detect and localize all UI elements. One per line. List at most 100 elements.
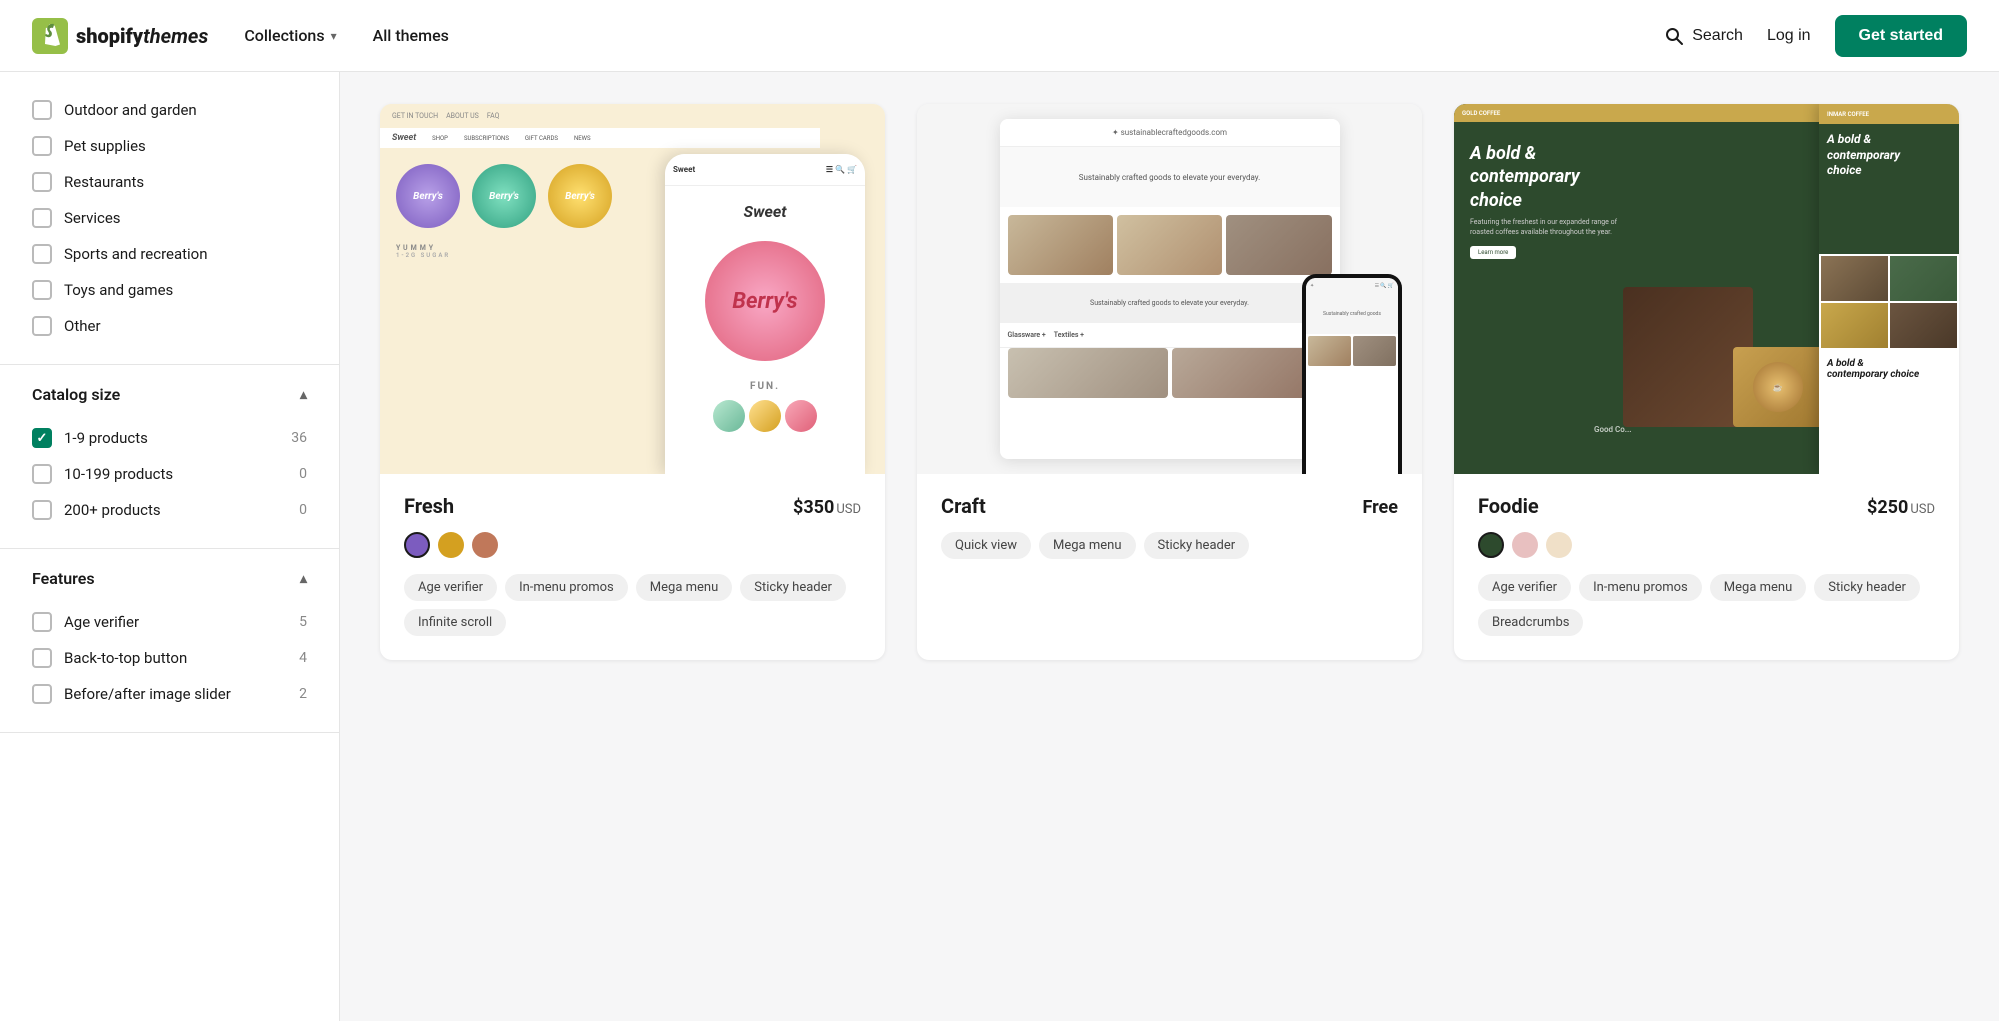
foodie-swatch-1[interactable]: [1478, 532, 1504, 558]
foodie-mobile-preview: INMAR COFFEE A bold &contemporarychoice: [1819, 104, 1959, 474]
all-themes-nav-link[interactable]: All themes: [373, 26, 449, 45]
fresh-can-teal: Berry's: [472, 164, 536, 228]
filter-restaurants[interactable]: Restaurants: [32, 164, 307, 200]
craft-tags: Quick view Mega menu Sticky header: [941, 532, 1398, 559]
main-content: GET IN TOUCH ABOUT US FAQ Sweet SHOP SUB…: [340, 72, 1999, 1021]
foodie-swatches: [1478, 532, 1935, 558]
theme-card-fresh-info: Fresh $350USD Age verifier In-menu promo…: [380, 474, 885, 660]
filter-before-after[interactable]: Before/after image slider 2: [32, 676, 307, 712]
logo-brand: shopifythemes: [76, 24, 208, 48]
foodie-mobile-images: [1819, 254, 1959, 350]
fresh-tags: Age verifier In-menu promos Mega menu St…: [404, 574, 861, 636]
catalog-size-title[interactable]: Catalog size ▴: [32, 385, 307, 404]
checkbox-services[interactable]: [32, 208, 52, 228]
theme-card-craft-info: Craft Free Quick view Mega menu Sticky h…: [917, 474, 1422, 583]
fresh-swatches: [404, 532, 861, 558]
checkbox-1-9-products[interactable]: [32, 428, 52, 448]
catalog-size-section: Catalog size ▴ 1-9 products 36 10-199 pr…: [0, 365, 339, 549]
checkbox-before-after[interactable]: [32, 684, 52, 704]
filter-sports-recreation[interactable]: Sports and recreation: [32, 236, 307, 272]
filter-other[interactable]: Other: [32, 308, 307, 344]
theme-card-fresh[interactable]: GET IN TOUCH ABOUT US FAQ Sweet SHOP SUB…: [380, 104, 885, 660]
foodie-tag-in-menu-promos: In-menu promos: [1579, 574, 1702, 601]
checkbox-restaurants[interactable]: [32, 172, 52, 192]
fresh-title-row: Fresh $350USD: [404, 494, 861, 518]
fresh-swatch-1[interactable]: [404, 532, 430, 558]
chevron-down-icon: ▾: [331, 29, 337, 43]
filter-pet-supplies[interactable]: Pet supplies: [32, 128, 307, 164]
site-header: shopifythemes Collections ▾ All themes S…: [0, 0, 1999, 72]
filter-services[interactable]: Services: [32, 200, 307, 236]
fresh-tag-sticky-header: Sticky header: [740, 574, 846, 601]
fresh-name: Fresh: [404, 494, 454, 518]
theme-card-craft[interactable]: ✦ sustainablecraftedgoods.com Sustainabl…: [917, 104, 1422, 660]
fresh-large-can: Berry's: [705, 241, 825, 361]
filter-toys-games[interactable]: Toys and games: [32, 272, 307, 308]
craft-tag-mega-menu: Mega menu: [1039, 532, 1135, 559]
craft-mockup: ✦ sustainablecraftedgoods.com Sustainabl…: [917, 104, 1422, 474]
get-started-button[interactable]: Get started: [1835, 15, 1967, 57]
page-layout: Outdoor and garden Pet supplies Restaura…: [0, 72, 1999, 1021]
craft-tag-quick-view: Quick view: [941, 532, 1031, 559]
fresh-swatch-3[interactable]: [472, 532, 498, 558]
checkbox-age-verifier[interactable]: [32, 612, 52, 632]
foodie-tag-age-verifier: Age verifier: [1478, 574, 1571, 601]
filter-200-plus-products[interactable]: 200+ products 0: [32, 492, 307, 528]
themes-grid: GET IN TOUCH ABOUT US FAQ Sweet SHOP SUB…: [380, 104, 1959, 660]
fresh-can-purple: Berry's: [396, 164, 460, 228]
foodie-tag-mega-menu: Mega menu: [1710, 574, 1806, 601]
filter-outdoor-garden[interactable]: Outdoor and garden: [32, 92, 307, 128]
craft-mobile-preview: ✦ ☰ 🔍 🛒 Sustainably crafted goods: [1302, 274, 1402, 474]
fresh-tag-in-menu-promos: In-menu promos: [505, 574, 628, 601]
foodie-tag-breadcrumbs: Breadcrumbs: [1478, 609, 1583, 636]
foodie-name: Foodie: [1478, 494, 1539, 518]
shopify-logo-icon: [32, 18, 68, 54]
fresh-swatch-2[interactable]: [438, 532, 464, 558]
checkbox-10-199-products[interactable]: [32, 464, 52, 484]
craft-price: Free: [1362, 497, 1398, 518]
craft-img-1: [1008, 215, 1113, 275]
craft-tag-sticky-header: Sticky header: [1144, 532, 1250, 559]
checkbox-sports-recreation[interactable]: [32, 244, 52, 264]
fresh-tag-age-verifier: Age verifier: [404, 574, 497, 601]
craft-img-3: [1226, 215, 1331, 275]
foodie-price: $250USD: [1867, 497, 1935, 518]
checkbox-back-to-top[interactable]: [32, 648, 52, 668]
checkbox-200-plus-products[interactable]: [32, 500, 52, 520]
filter-age-verifier[interactable]: Age verifier 5: [32, 604, 307, 640]
foodie-swatch-2[interactable]: [1512, 532, 1538, 558]
craft-img-2: [1117, 215, 1222, 275]
theme-card-craft-image: ✦ sustainablecraftedgoods.com Sustainabl…: [917, 104, 1422, 474]
fresh-mockup: GET IN TOUCH ABOUT US FAQ Sweet SHOP SUB…: [380, 104, 885, 474]
foodie-desktop-preview: GOLD COFFEE A bold &contemporarychoice F…: [1454, 104, 1833, 437]
fresh-can-yellow: Berry's: [548, 164, 612, 228]
checkbox-pet-supplies[interactable]: [32, 136, 52, 156]
login-button[interactable]: Log in: [1767, 27, 1811, 45]
foodie-swatch-3[interactable]: [1546, 532, 1572, 558]
craft-bottom-images: [1000, 348, 1340, 406]
category-filter-section: Outdoor and garden Pet supplies Restaura…: [0, 72, 339, 365]
collections-nav-link[interactable]: Collections ▾: [244, 26, 336, 45]
filter-1-9-products[interactable]: 1-9 products 36: [32, 420, 307, 456]
sidebar: Outdoor and garden Pet supplies Restaura…: [0, 72, 340, 1021]
fresh-mobile-preview: Sweet ☰ 🔍 🛒 Sweet Berry's FUN.: [665, 154, 865, 474]
theme-card-foodie[interactable]: GOLD COFFEE A bold &contemporarychoice F…: [1454, 104, 1959, 660]
fresh-tag-infinite-scroll: Infinite scroll: [404, 609, 506, 636]
features-section: Features ▴ Age verifier 5 Back-to-top bu…: [0, 549, 339, 733]
checkbox-other[interactable]: [32, 316, 52, 336]
theme-card-fresh-image: GET IN TOUCH ABOUT US FAQ Sweet SHOP SUB…: [380, 104, 885, 474]
theme-card-foodie-image: GOLD COFFEE A bold &contemporarychoice F…: [1454, 104, 1959, 474]
checkbox-toys-games[interactable]: [32, 280, 52, 300]
search-button[interactable]: Search: [1664, 26, 1743, 46]
chevron-up-icon: ▴: [300, 387, 307, 403]
logo[interactable]: shopifythemes: [32, 18, 208, 54]
craft-image-grid: [1000, 207, 1340, 283]
filter-10-199-products[interactable]: 10-199 products 0: [32, 456, 307, 492]
main-nav: Collections ▾: [244, 26, 336, 45]
filter-back-to-top[interactable]: Back-to-top button 4: [32, 640, 307, 676]
fresh-price: $350USD: [793, 497, 861, 518]
features-title[interactable]: Features ▴: [32, 569, 307, 588]
checkbox-outdoor-garden[interactable]: [32, 100, 52, 120]
foodie-mockup: GOLD COFFEE A bold &contemporarychoice F…: [1454, 104, 1959, 474]
foodie-coffee-cup: ☕: [1733, 347, 1823, 427]
